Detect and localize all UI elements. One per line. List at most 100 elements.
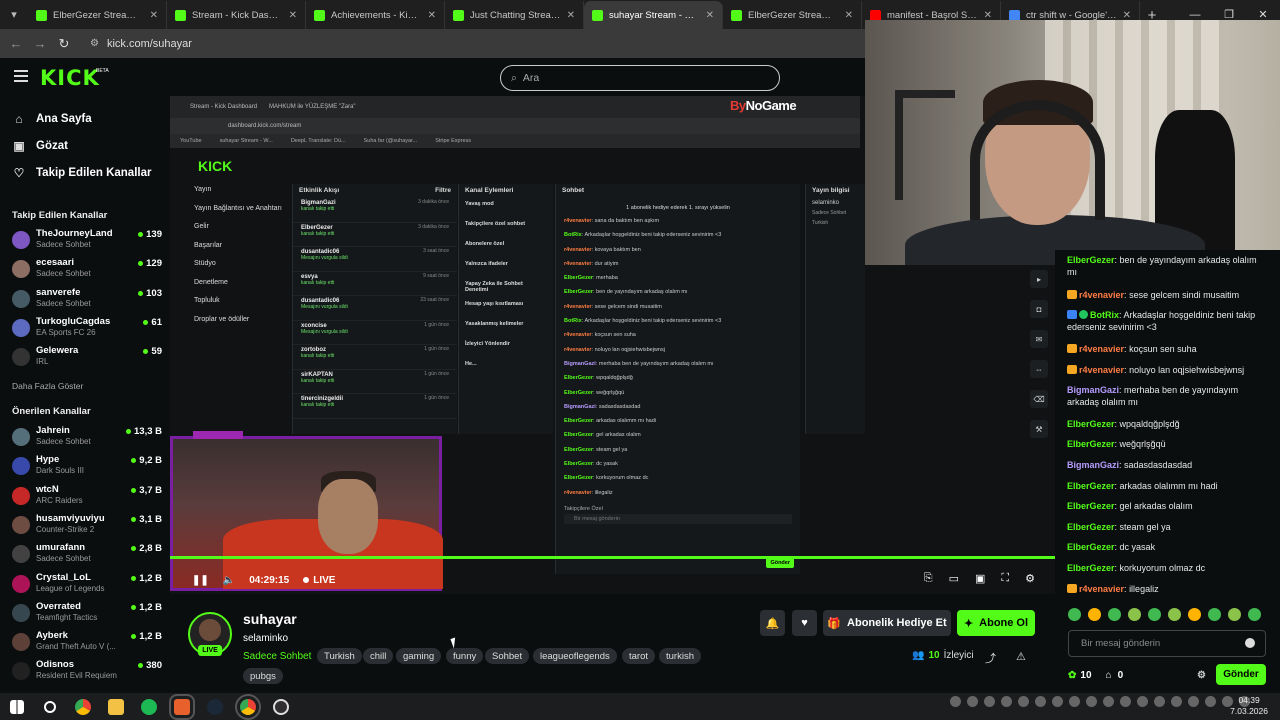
chat-username[interactable]: ElberGezer bbox=[1067, 542, 1115, 552]
tab-close-icon[interactable]: ✕ bbox=[984, 10, 992, 21]
fullscreen-icon[interactable]: ⛶ bbox=[1001, 572, 1009, 585]
tab-close-icon[interactable]: ✕ bbox=[1123, 10, 1131, 21]
chat-username[interactable]: ElberGezer bbox=[1067, 481, 1115, 491]
chat-username[interactable]: r4venavier bbox=[1079, 584, 1124, 594]
clip-icon[interactable]: ⎘ bbox=[924, 572, 933, 585]
emote-icon[interactable] bbox=[1228, 608, 1241, 621]
clock[interactable]: 04:39 7.03.2026 bbox=[1230, 695, 1268, 717]
chat-username[interactable]: ElberGezer bbox=[1067, 419, 1115, 429]
channel-item[interactable]: Ayberk Grand Theft Auto V (... 1,2 B bbox=[12, 630, 162, 658]
tray-icon[interactable] bbox=[1069, 696, 1080, 707]
chat-username[interactable]: ElberGezer bbox=[1067, 439, 1115, 449]
send-button[interactable]: Gönder bbox=[1216, 664, 1266, 685]
chat-pin-icon[interactable]: ▸ bbox=[1030, 270, 1048, 288]
channel-item[interactable]: Overrated Teamfight Tactics 1,2 B bbox=[12, 601, 162, 629]
tray-icon[interactable] bbox=[1052, 696, 1063, 707]
channel-item[interactable]: husamviyuviyu Counter-Strike 2 3,1 B bbox=[12, 513, 162, 541]
menu-icon[interactable] bbox=[14, 70, 28, 82]
stream-tag[interactable]: chill bbox=[363, 648, 394, 664]
stream-tag[interactable]: leagueoflegends bbox=[533, 648, 617, 664]
gift-sub-button[interactable]: 🎁 Abonelik Hediye Et bbox=[823, 610, 951, 636]
reload-icon[interactable]: ↻ bbox=[52, 36, 76, 52]
taskbar-chrome[interactable] bbox=[66, 693, 99, 720]
report-icon[interactable]: ⚠ bbox=[1016, 650, 1026, 663]
emote-icon[interactable] bbox=[1068, 608, 1081, 621]
stream-tag[interactable]: Sohbet bbox=[485, 648, 530, 664]
taskbar-app-active[interactable] bbox=[165, 693, 198, 720]
channel-item[interactable]: Jahrein Sadece Sohbet 13,3 B bbox=[12, 425, 162, 453]
channel-item[interactable]: Odisnos Resident Evil Requiem 380 bbox=[12, 659, 162, 687]
kick-logo[interactable]: KICK bbox=[40, 66, 100, 90]
emote-icon[interactable] bbox=[1108, 608, 1121, 621]
stream-category[interactable]: Sadece Sohbet bbox=[243, 651, 311, 662]
channel-item[interactable]: TheJourneyLand Sadece Sohbet 139 bbox=[12, 228, 162, 256]
tray-icon[interactable] bbox=[1086, 696, 1097, 707]
pip-icon[interactable]: ▣ bbox=[975, 572, 985, 585]
chat-username[interactable]: ElberGezer bbox=[1067, 563, 1115, 573]
nav-browse[interactable]: ▣ Gözat bbox=[12, 139, 68, 153]
start-button[interactable] bbox=[0, 693, 33, 720]
emote-icon[interactable] bbox=[1188, 608, 1201, 621]
channel-item[interactable]: Crystal_LoL League of Legends 1,2 B bbox=[12, 572, 162, 600]
share-icon[interactable]: ⤴ bbox=[985, 650, 996, 666]
tray-icon[interactable] bbox=[1035, 696, 1046, 707]
volume-icon[interactable]: 🔈 bbox=[223, 575, 235, 586]
stream-tag[interactable]: Turkish bbox=[317, 648, 362, 664]
tab-search-icon[interactable]: ▾ bbox=[0, 0, 28, 29]
tray-icon[interactable] bbox=[1188, 696, 1199, 707]
chat-username[interactable]: r4venavier bbox=[1079, 365, 1124, 375]
emote-icon[interactable] bbox=[1208, 608, 1221, 621]
chat-input[interactable]: Bir mesaj gönderin bbox=[1068, 630, 1266, 657]
emote-icon[interactable] bbox=[1168, 608, 1181, 621]
forward-icon[interactable]: → bbox=[28, 36, 52, 51]
subscribe-button[interactable]: ✦ Abone Ol bbox=[957, 610, 1035, 636]
taskbar-spotify[interactable] bbox=[132, 693, 165, 720]
tray-icon[interactable] bbox=[1103, 696, 1114, 707]
emoji-picker-icon[interactable] bbox=[1245, 638, 1255, 648]
chat-expand-icon[interactable]: ⇔ bbox=[1030, 360, 1048, 378]
tray-icon[interactable] bbox=[1154, 696, 1165, 707]
chat-username[interactable]: ElberGezer bbox=[1067, 522, 1115, 532]
tray-icon[interactable] bbox=[1001, 696, 1012, 707]
tray-icon[interactable] bbox=[1018, 696, 1029, 707]
chat-username[interactable]: BotRix bbox=[1090, 310, 1119, 320]
tray-icon[interactable] bbox=[967, 696, 978, 707]
gift-icon[interactable]: ⌂ bbox=[1106, 670, 1112, 681]
tray-icon[interactable] bbox=[950, 696, 961, 707]
taskbar-search[interactable] bbox=[33, 693, 66, 720]
chat-mod-icon[interactable]: ◘ bbox=[1030, 300, 1048, 318]
back-icon[interactable]: ← bbox=[4, 36, 28, 51]
channel-item[interactable]: TurkogluCagdas EA Sports FC 26 61 bbox=[12, 316, 162, 344]
settings-icon[interactable]: ⚙ bbox=[1025, 572, 1035, 585]
chat-username[interactable]: r4venavier bbox=[1079, 344, 1124, 354]
theater-icon[interactable]: ▭ bbox=[949, 572, 959, 585]
taskbar-obs[interactable] bbox=[264, 693, 297, 720]
taskbar-steam[interactable] bbox=[198, 693, 231, 720]
tab-close-icon[interactable]: ✕ bbox=[428, 10, 436, 21]
notification-bell-button[interactable]: 🔔 bbox=[760, 610, 785, 636]
emote-icon[interactable] bbox=[1248, 608, 1261, 621]
nav-following[interactable]: ♡ Takip Edilen Kanallar bbox=[12, 166, 152, 180]
chat-username[interactable]: BigmanGazi bbox=[1067, 460, 1119, 470]
points-icon[interactable]: ✿ bbox=[1068, 670, 1076, 681]
tray-icon[interactable] bbox=[984, 696, 995, 707]
streamer-name[interactable]: suhayar bbox=[243, 611, 297, 627]
stream-tag[interactable]: funny bbox=[446, 648, 484, 664]
taskbar-explorer[interactable] bbox=[99, 693, 132, 720]
stream-tag[interactable]: gaming bbox=[396, 648, 442, 664]
video-progress-bar[interactable] bbox=[170, 556, 1055, 559]
tab-close-icon[interactable]: ✕ bbox=[845, 10, 853, 21]
site-info-icon[interactable]: ⚙ bbox=[90, 38, 99, 49]
tray-icon[interactable] bbox=[1205, 696, 1216, 707]
tab-close-icon[interactable]: ✕ bbox=[289, 10, 297, 21]
chat-username[interactable]: ElberGezer bbox=[1067, 255, 1115, 265]
channel-item[interactable]: sanverefe Sadece Sohbet 103 bbox=[12, 287, 162, 315]
search-input[interactable]: ⌕ Ara bbox=[500, 65, 780, 91]
browser-tab[interactable]: ElberGezer Stream - Watc ✕ bbox=[723, 1, 862, 29]
stream-tag[interactable]: turkish bbox=[659, 648, 701, 664]
channel-item[interactable]: Hype Dark Souls III 9,2 B bbox=[12, 454, 162, 482]
chat-clear-icon[interactable]: ⌫ bbox=[1030, 390, 1048, 408]
channel-item[interactable]: Gelewera IRL 59 bbox=[12, 345, 162, 373]
tab-close-icon[interactable]: ✕ bbox=[567, 10, 575, 21]
browser-tab[interactable]: ElberGezer Stream - Watc ✕ bbox=[28, 1, 167, 29]
